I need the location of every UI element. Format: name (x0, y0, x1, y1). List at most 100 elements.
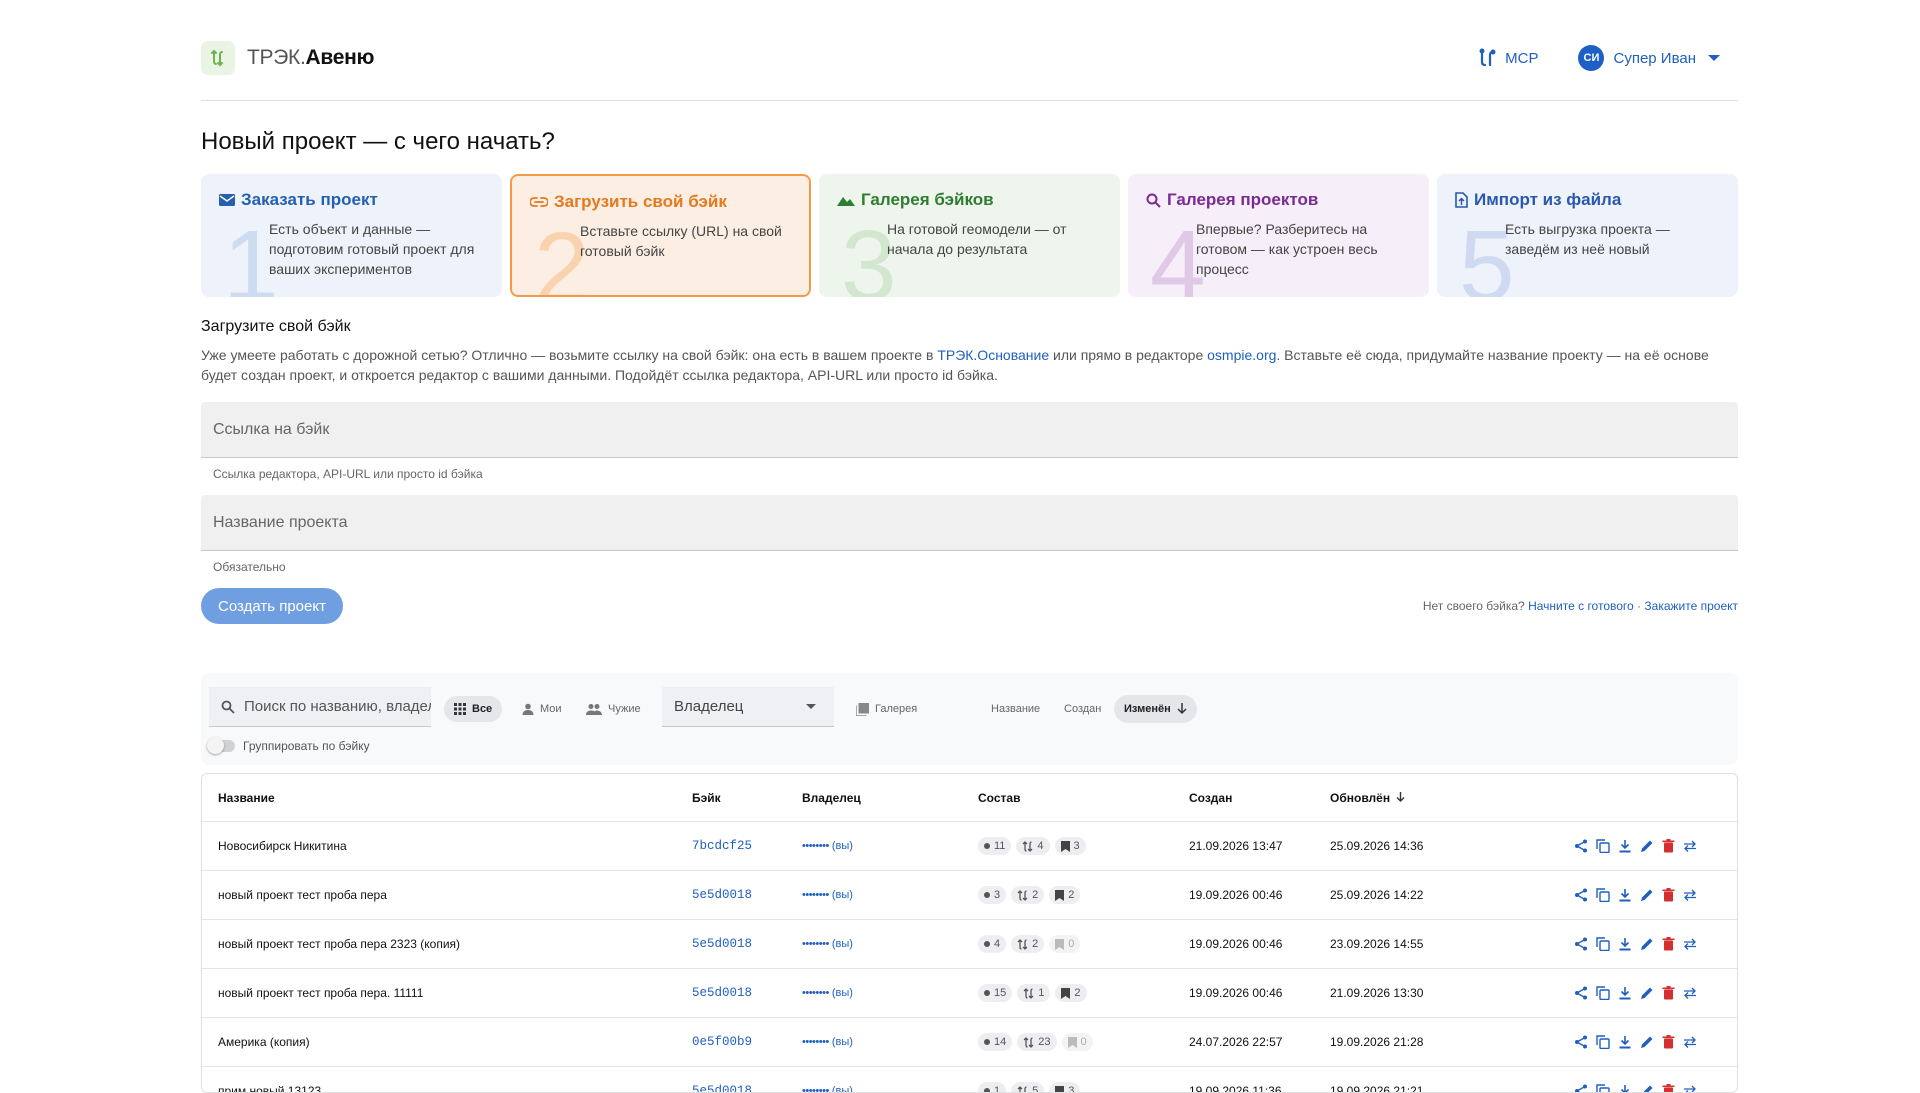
edit-icon[interactable] (1640, 986, 1654, 1000)
table-row[interactable]: прим новый 131235e5d0018•••••••• (вы)153… (202, 1067, 1737, 1093)
card-project-gallery[interactable]: 4 Галерея проектов Впервые? Разберитесь … (1128, 174, 1429, 297)
share-icon[interactable] (1574, 1035, 1588, 1049)
terrain-icon (837, 194, 855, 206)
logo-text-part1: ТРЭК. (247, 46, 306, 69)
download-icon[interactable] (1618, 888, 1632, 902)
edit-icon[interactable] (1640, 1035, 1654, 1049)
delete-icon[interactable] (1662, 888, 1675, 902)
delete-icon[interactable] (1662, 937, 1675, 951)
project-name[interactable]: Америка (копия) (218, 1018, 310, 1066)
col-composition-header: Состав (978, 774, 1020, 821)
col-name-header[interactable]: Название (218, 774, 275, 821)
download-icon[interactable] (1618, 937, 1632, 951)
project-name[interactable]: новый проект тест проба пера. 11111 (218, 969, 423, 1017)
share-icon[interactable] (1574, 888, 1588, 902)
logo[interactable]: ТРЭК.Авеню (201, 41, 374, 75)
edit-icon[interactable] (1640, 1084, 1654, 1093)
share-icon[interactable] (1574, 1084, 1588, 1093)
transfer-icon[interactable] (1683, 888, 1697, 902)
sort-by-name[interactable]: Название (981, 696, 1050, 722)
transfer-icon[interactable] (1683, 937, 1697, 951)
col-updated-header[interactable]: Обновлён (1330, 774, 1405, 821)
project-name[interactable]: новый проект тест проба пера 2323 (копия… (218, 920, 460, 968)
col-owner-header[interactable]: Владелец (802, 774, 861, 821)
bake-url-input[interactable]: Ссылка на бэйк (201, 402, 1738, 458)
sort-by-modified[interactable]: Изменён (1114, 695, 1197, 723)
share-icon[interactable] (1574, 986, 1588, 1000)
mcp-button[interactable]: MCP (1477, 47, 1538, 69)
route-icon (1022, 841, 1033, 852)
group-by-bake-toggle[interactable]: Группировать по бэйку (209, 739, 370, 753)
card-order-project[interactable]: 1 Заказать проект Есть объект и данные —… (201, 174, 502, 297)
share-icon[interactable] (1574, 839, 1588, 853)
start-from-ready-link[interactable]: Начните с готового (1528, 599, 1634, 613)
card-import-file[interactable]: 5 Импорт из файла Есть выгрузка проекта … (1437, 174, 1738, 297)
download-icon[interactable] (1618, 986, 1632, 1000)
copy-icon[interactable] (1596, 986, 1610, 1000)
filter-others[interactable]: Чужие (576, 696, 651, 722)
gallery-toggle[interactable]: Галерея (846, 696, 927, 722)
share-icon[interactable] (1574, 937, 1588, 951)
delete-icon[interactable] (1662, 1035, 1675, 1049)
card-title: Импорт из файла (1474, 190, 1621, 210)
desc-text: или прямо в редакторе (1049, 347, 1207, 363)
create-project-button[interactable]: Создать проект (201, 588, 343, 624)
grid-icon (454, 703, 466, 715)
project-name[interactable]: новый проект тест проба пера (218, 871, 387, 919)
download-icon[interactable] (1618, 1035, 1632, 1049)
badge-points: 3 (978, 886, 1006, 904)
search-input[interactable]: Поиск по названию, владельцу (209, 687, 431, 727)
transfer-icon[interactable] (1683, 839, 1697, 853)
badge-bookmarks-count: 3 (1074, 840, 1080, 852)
table-row[interactable]: новый проект тест проба пера5e5d0018••••… (202, 871, 1737, 920)
transfer-icon[interactable] (1683, 986, 1697, 1000)
delete-icon[interactable] (1662, 986, 1675, 1000)
download-icon[interactable] (1618, 1084, 1632, 1093)
badge-points-count: 1 (994, 1085, 1000, 1093)
trek-osnovanie-link[interactable]: ТРЭК.Основание (937, 347, 1049, 363)
owner-select[interactable]: Владелец (662, 687, 834, 727)
delete-icon[interactable] (1662, 839, 1675, 853)
copy-icon[interactable] (1596, 1084, 1610, 1093)
card-bake-gallery[interactable]: 3 Галерея бэйков На готовой геомодели — … (819, 174, 1120, 297)
owner-select-label: Владелец (674, 698, 743, 715)
chevron-down-icon (806, 704, 816, 709)
file-upload-icon (1455, 192, 1468, 208)
transfer-icon[interactable] (1683, 1035, 1697, 1049)
bake-id-link[interactable]: 5e5d0018 (692, 920, 752, 968)
bake-id-link[interactable]: 5e5d0018 (692, 1067, 752, 1093)
copy-icon[interactable] (1596, 839, 1610, 853)
edit-icon[interactable] (1640, 888, 1654, 902)
copy-icon[interactable] (1596, 937, 1610, 951)
download-icon[interactable] (1618, 839, 1632, 853)
project-name-input[interactable]: Название проекта (201, 495, 1738, 551)
bake-id-link[interactable]: 0e5f00b9 (692, 1018, 752, 1066)
project-name[interactable]: прим новый 13123 (218, 1067, 321, 1093)
col-created-header[interactable]: Создан (1189, 774, 1232, 821)
table-row[interactable]: новый проект тест проба пера. 11111 5e5d0… (202, 969, 1737, 1018)
copy-icon[interactable] (1596, 888, 1610, 902)
bake-id-link[interactable]: 5e5d0018 (692, 969, 752, 1017)
filter-mine[interactable]: Мои (512, 696, 572, 722)
transfer-icon[interactable] (1683, 1084, 1697, 1093)
owner: •••••••• (вы) (802, 969, 853, 1017)
order-project-link[interactable]: Закажите проект (1644, 599, 1738, 613)
edit-icon[interactable] (1640, 839, 1654, 853)
copy-icon[interactable] (1596, 1035, 1610, 1049)
bake-id-link[interactable]: 7bcdcf25 (692, 822, 752, 870)
badge-bookmarks: 0 (1049, 935, 1080, 953)
project-name[interactable]: Новосибирск Никитина (218, 822, 347, 870)
table-row[interactable]: новый проект тест проба пера 2323 (копия… (202, 920, 1737, 969)
col-bake-header[interactable]: Бэйк (692, 774, 721, 821)
user-menu[interactable]: СИ Супер Иван (1578, 45, 1720, 71)
osmpie-link[interactable]: osmpie.org (1207, 347, 1276, 363)
card-upload-bake[interactable]: 2 Загрузить свой бэйк Вставьте ссылку (U… (510, 174, 811, 297)
bake-id-link[interactable]: 5e5d0018 (692, 871, 752, 919)
edit-icon[interactable] (1640, 937, 1654, 951)
table-row[interactable]: Новосибирск Никитина7bcdcf25•••••••• (вы… (202, 822, 1737, 871)
table-row[interactable]: Америка (копия)0e5f00b9•••••••• (вы)1423… (202, 1018, 1737, 1067)
sort-by-created[interactable]: Создан (1054, 696, 1111, 722)
dot-icon (984, 1088, 990, 1093)
filter-all[interactable]: Все (444, 696, 502, 722)
delete-icon[interactable] (1662, 1084, 1675, 1093)
